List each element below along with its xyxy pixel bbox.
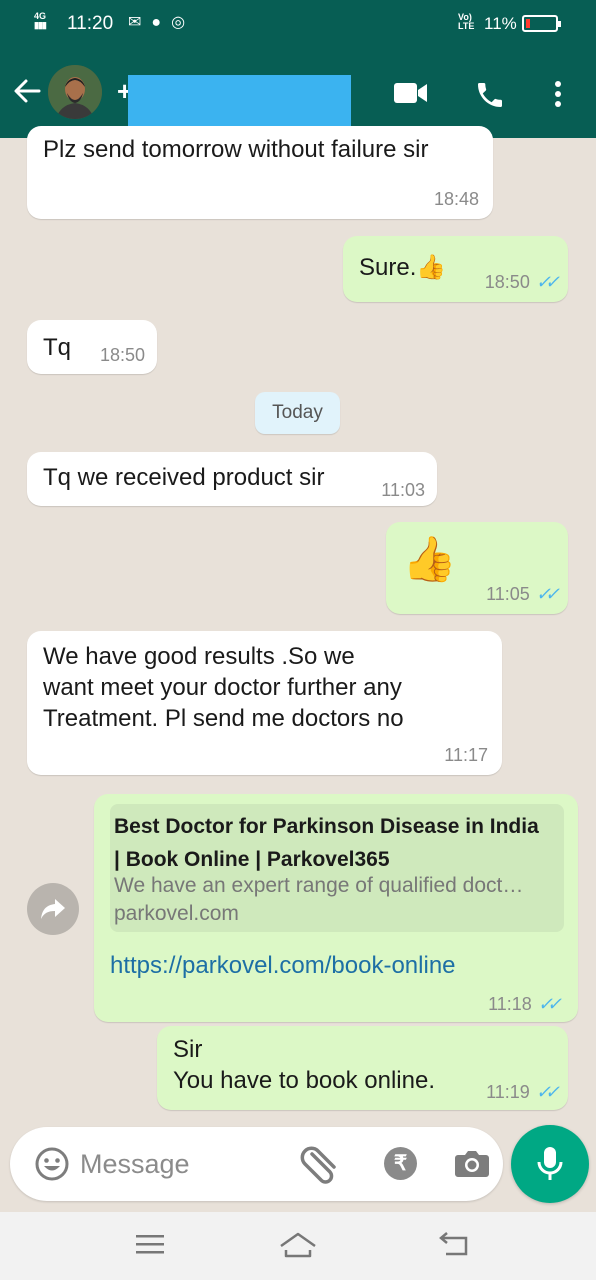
message-time: 11:18 <box>488 994 532 1014</box>
message-bubble-outgoing[interactable]: Sure.👍 18:50 ✓✓ <box>343 236 568 302</box>
avatar-photo <box>48 65 102 119</box>
message-time: 11:05 <box>486 584 530 604</box>
back-nav-icon[interactable] <box>438 1232 470 1258</box>
message-text: Tq <box>43 334 72 361</box>
camera-icon[interactable] <box>454 1147 490 1179</box>
message-text: Sir You have to book online. <box>173 1034 435 1096</box>
message-time: 11:17 <box>444 745 488 765</box>
battery-icon <box>522 15 561 32</box>
message-bubble-incoming[interactable]: Tq 18:50 <box>27 320 157 374</box>
redacted-contact-name[interactable] <box>128 75 351 128</box>
link-preview-description: We have an expert range of qualified doc… <box>114 874 524 897</box>
status-time: 11:20 <box>67 13 114 34</box>
message-time: 18:48 <box>433 189 479 209</box>
message-composer: ₹ <box>10 1127 503 1201</box>
voice-record-button[interactable] <box>511 1125 589 1203</box>
battery-percent: 11% <box>484 14 517 33</box>
message-text: Tq we received product sir <box>43 464 325 491</box>
message-time: 18:50 <box>99 345 145 365</box>
message-bubble-outgoing-link[interactable]: Best Doctor for Parkinson Disease in Ind… <box>94 794 578 1022</box>
date-separator: Today <box>255 392 340 434</box>
link-preview-card[interactable]: Best Doctor for Parkinson Disease in Ind… <box>110 804 564 932</box>
forward-arrow-icon <box>41 899 65 919</box>
read-ticks-icon: ✓✓ <box>535 272 560 292</box>
message-link[interactable]: https://parkovel.com/book-online <box>110 950 456 981</box>
read-ticks-icon: ✓✓ <box>537 994 562 1014</box>
signal-icon: ▮▮▮ <box>34 20 47 30</box>
message-bubble-outgoing[interactable]: 👍 11:05 ✓✓ <box>386 522 568 614</box>
alert-icon: ● <box>151 14 172 31</box>
top-bar: 4G ▮▮▮ 11:20 ✉●◎ Vo) LTE 11% + <box>0 0 596 138</box>
forward-button[interactable] <box>27 883 79 935</box>
message-line: Treatment. Pl send me doctors no <box>43 705 404 732</box>
link-title-line: Best Doctor for Parkinson Disease in Ind… <box>114 815 539 838</box>
back-arrow-icon[interactable] <box>12 76 42 106</box>
emoji-icon[interactable] <box>34 1146 70 1182</box>
link-preview-domain: parkovel.com <box>114 902 239 925</box>
message-line: want meet your doctor further any <box>43 674 402 701</box>
link-preview-title: Best Doctor for Parkinson Disease in Ind… <box>110 810 564 876</box>
hotspot-icon: ◎ <box>171 14 196 31</box>
message-line: You have to book online. <box>173 1067 435 1094</box>
mic-icon <box>537 1147 563 1180</box>
home-icon[interactable] <box>278 1230 318 1258</box>
message-meta: 18:50 ✓✓ <box>484 272 560 292</box>
mail-icon: ✉ <box>128 14 152 31</box>
chat-area[interactable]: Plz send tomorrow without failure sir 18… <box>0 126 596 1130</box>
message-text: Sure.👍 <box>359 254 447 281</box>
status-icons: ✉●◎ <box>128 12 195 32</box>
message-meta: 11:19 ✓✓ <box>486 1082 560 1102</box>
message-meta: 11:18 ✓✓ <box>488 994 562 1014</box>
message-input[interactable] <box>80 1144 290 1184</box>
message-bubble-incoming[interactable]: We have good results .So we want meet yo… <box>27 631 502 775</box>
message-time: 11:19 <box>486 1082 530 1102</box>
more-vert-icon[interactable] <box>553 80 563 108</box>
contact-avatar[interactable] <box>48 65 102 119</box>
read-ticks-icon: ✓✓ <box>535 584 560 604</box>
message-text: We have good results .So we want meet yo… <box>43 641 404 734</box>
payment-rupee-icon[interactable]: ₹ <box>384 1147 417 1180</box>
chat-header: + <box>0 48 596 138</box>
video-call-icon[interactable] <box>393 81 429 105</box>
message-line: Sir <box>173 1036 203 1063</box>
network-indicator: 4G ▮▮▮ <box>34 12 47 30</box>
system-nav-bar <box>0 1212 596 1280</box>
message-text: Plz send tomorrow without failure sir <box>43 136 429 163</box>
phone-icon[interactable] <box>474 79 506 111</box>
message-emoji: 👍 <box>402 535 457 584</box>
message-line: We have good results .So we <box>43 643 355 670</box>
menu-icon[interactable] <box>136 1232 164 1256</box>
volte-indicator: Vo) LTE <box>458 12 475 31</box>
read-ticks-icon: ✓✓ <box>535 1082 560 1102</box>
message-meta: 11:05 ✓✓ <box>486 584 560 604</box>
message-bubble-incoming[interactable]: Plz send tomorrow without failure sir 18… <box>27 126 493 219</box>
message-time: 11:03 <box>381 480 425 500</box>
status-bar: 4G ▮▮▮ 11:20 ✉●◎ Vo) LTE 11% <box>0 0 596 48</box>
attach-icon[interactable] <box>296 1144 344 1184</box>
message-bubble-incoming[interactable]: Tq we received product sir 11:03 <box>27 452 437 506</box>
message-bubble-outgoing[interactable]: Sir You have to book online. 11:19 ✓✓ <box>157 1026 568 1110</box>
message-time: 18:50 <box>484 272 530 292</box>
